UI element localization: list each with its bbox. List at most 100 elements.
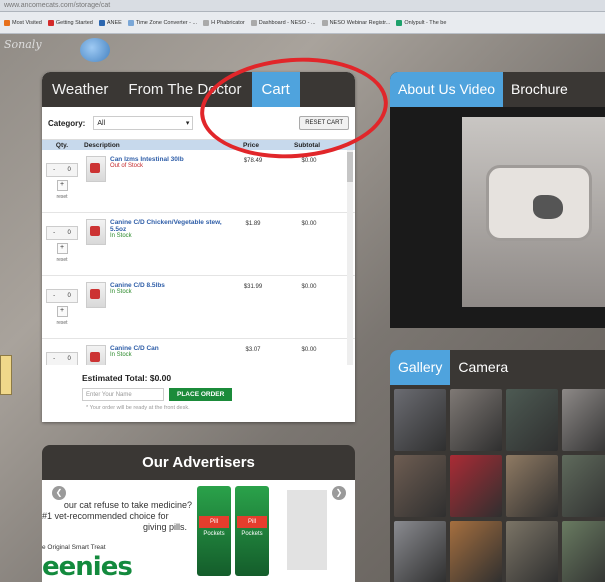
cart-rows: -0 + reset Can Izms Intestinal 30lb Out of S… xyxy=(42,150,355,365)
qty-cell: -0+reset xyxy=(42,339,82,365)
estimated-total: Estimated Total: $0.00 xyxy=(82,373,172,383)
site-logo[interactable]: Sonaly xyxy=(4,38,74,62)
scrollbar-thumb[interactable] xyxy=(347,152,353,182)
gallery-thumbnail[interactable] xyxy=(450,389,502,451)
ad-product-image: Pill Pockets xyxy=(235,486,269,576)
product-image xyxy=(86,345,106,365)
qty-stepper[interactable]: -0 xyxy=(46,162,78,177)
dog-icon xyxy=(533,195,563,219)
reset-link[interactable]: reset xyxy=(56,320,67,326)
product-name[interactable]: Can Izms Intestinal 30lb xyxy=(110,156,222,163)
qty-stepper[interactable]: -0 xyxy=(46,351,78,365)
gallery-thumbnail[interactable] xyxy=(506,389,558,451)
add-icon[interactable]: + xyxy=(56,242,68,254)
gallery-thumbnail[interactable] xyxy=(450,455,502,517)
bookmark-item[interactable]: Onlypult - The be xyxy=(396,19,446,26)
stock-status: In Stock xyxy=(110,233,132,239)
bookmark-icon xyxy=(250,19,257,26)
gallery-thumbnail[interactable] xyxy=(562,389,605,451)
cart-row: -0 + reset Can Izms Intestinal 30lb Out of S… xyxy=(42,150,355,213)
product-image xyxy=(86,282,106,308)
bookmark-icon xyxy=(98,19,105,26)
bookmark-item[interactable]: Time Zone Converter - ... xyxy=(127,19,197,26)
col-description: Description xyxy=(84,141,120,149)
bookmark-item[interactable]: Getting Started xyxy=(47,19,93,26)
gallery-thumbnail[interactable] xyxy=(394,389,446,451)
bookmark-item[interactable]: Dashboard - NESO - ... xyxy=(250,19,316,26)
gallery-thumbnail[interactable] xyxy=(394,455,446,517)
add-icon[interactable]: + xyxy=(56,179,68,191)
gallery-thumbnail[interactable] xyxy=(562,521,605,582)
ad-brand: eenies xyxy=(42,552,133,582)
site-logo-icon xyxy=(80,38,110,62)
gallery-thumbnail[interactable] xyxy=(562,455,605,517)
product-name[interactable]: Canine C/D 8.5lbs xyxy=(110,282,222,289)
tab-gallery[interactable]: Gallery xyxy=(390,350,451,385)
col-qty: Qty. xyxy=(55,141,69,149)
tab-about-us-video[interactable]: About Us Video xyxy=(390,72,504,107)
ad-line-1: our cat refuse to take medicine? xyxy=(63,500,192,510)
bookmark-item[interactable]: H Phabricator xyxy=(203,19,245,26)
subtotal-cell: $0.00 xyxy=(301,284,317,290)
carousel-next-icon[interactable]: ❯ xyxy=(332,486,346,500)
cart-row: -0 + reset Canine C/D Chicken/Vegetable ste… xyxy=(42,213,355,276)
advertisers-title: Our Advertisers xyxy=(142,454,255,471)
reset-link[interactable]: reset xyxy=(56,257,67,263)
qty-value: 0 xyxy=(67,355,71,362)
ad-line-3: giving pills. xyxy=(142,522,187,532)
gallery-thumbnail[interactable] xyxy=(450,521,502,582)
place-order-button[interactable]: PLACE ORDER xyxy=(169,388,233,401)
qty-stepper[interactable]: -0 xyxy=(46,288,78,303)
video-player[interactable] xyxy=(390,107,605,328)
add-icon[interactable]: + xyxy=(56,305,68,317)
browser-address-bar[interactable]: www.ancomecats.com/storage/cat xyxy=(0,0,605,12)
category-select[interactable]: All ▾ xyxy=(93,116,194,130)
bookmark-label: ANEE xyxy=(106,19,122,26)
gallery-tabs: Gallery Camera xyxy=(390,350,605,385)
subtotal-cell: $0.00 xyxy=(301,221,317,227)
name-input[interactable]: Enter Your Name xyxy=(82,388,164,401)
ad-line-4: e Original Smart Treat xyxy=(42,544,106,551)
subtotal-cell: $0.00 xyxy=(301,347,317,353)
qty-stepper[interactable]: -0 xyxy=(46,225,78,240)
gallery-panel: Gallery Camera xyxy=(390,350,605,582)
cart-row: -0 + reset Canine C/D 8.5lbs In Stock $31.99 $… xyxy=(42,276,355,339)
ad-carousel[interactable]: ❮ ❯ our cat refuse to take medicine? #1 … xyxy=(42,480,355,582)
minus-icon[interactable]: - xyxy=(53,293,55,299)
tab-brochure[interactable]: Brochure xyxy=(503,72,576,107)
tab-weather[interactable]: Weather xyxy=(42,72,118,107)
bookmark-label: H Phabricator xyxy=(211,19,245,26)
bookmark-item[interactable]: ANEE xyxy=(98,19,122,26)
price-cell: $1.89 xyxy=(245,221,261,227)
minus-icon[interactable]: - xyxy=(53,167,55,173)
minus-icon[interactable]: - xyxy=(53,356,55,362)
tab-camera[interactable]: Camera xyxy=(450,350,516,385)
bookmark-icon xyxy=(127,19,134,26)
product-description: Canine C/D 8.5lbs In Stock xyxy=(110,276,222,338)
minus-icon[interactable]: - xyxy=(53,230,55,236)
order-note: * Your order will be ready at the front … xyxy=(86,405,190,411)
qty-value: 0 xyxy=(67,166,71,173)
category-value: All xyxy=(97,119,106,127)
video-panel: About Us Video Brochure xyxy=(390,72,605,328)
product-image xyxy=(86,219,106,245)
gallery-thumbnail[interactable] xyxy=(506,521,558,582)
price-cell: $78.49 xyxy=(243,158,263,164)
gallery-thumbnail[interactable] xyxy=(506,455,558,517)
carousel-prev-icon[interactable]: ❮ xyxy=(52,486,66,500)
cart-scrollbar[interactable] xyxy=(347,150,353,365)
product-name[interactable]: Canine C/D Chicken/Vegetable stew, 5.5oz xyxy=(110,219,222,233)
side-widget[interactable] xyxy=(0,355,12,395)
bookmark-item[interactable]: NESO Webinar Registr... xyxy=(321,19,390,26)
bookmark-icon xyxy=(4,19,10,26)
product-name[interactable]: Canine C/D Can xyxy=(110,345,222,352)
advertisers-panel: Our Advertisers ❮ ❯ our cat refuse to ta… xyxy=(42,445,355,582)
bookmark-item[interactable]: Most Visited xyxy=(4,19,42,26)
gallery-thumbnail[interactable] xyxy=(394,521,446,582)
bookmark-icon xyxy=(321,19,328,26)
pkg-label-2: Pill Pockets xyxy=(237,516,267,537)
product-description: Canine C/D Chicken/Vegetable stew, 5.5oz… xyxy=(110,213,222,275)
url-text: www.ancomecats.com/storage/cat xyxy=(4,2,111,9)
order-row: Enter Your Name PLACE ORDER xyxy=(42,383,355,401)
reset-link[interactable]: reset xyxy=(56,194,67,200)
